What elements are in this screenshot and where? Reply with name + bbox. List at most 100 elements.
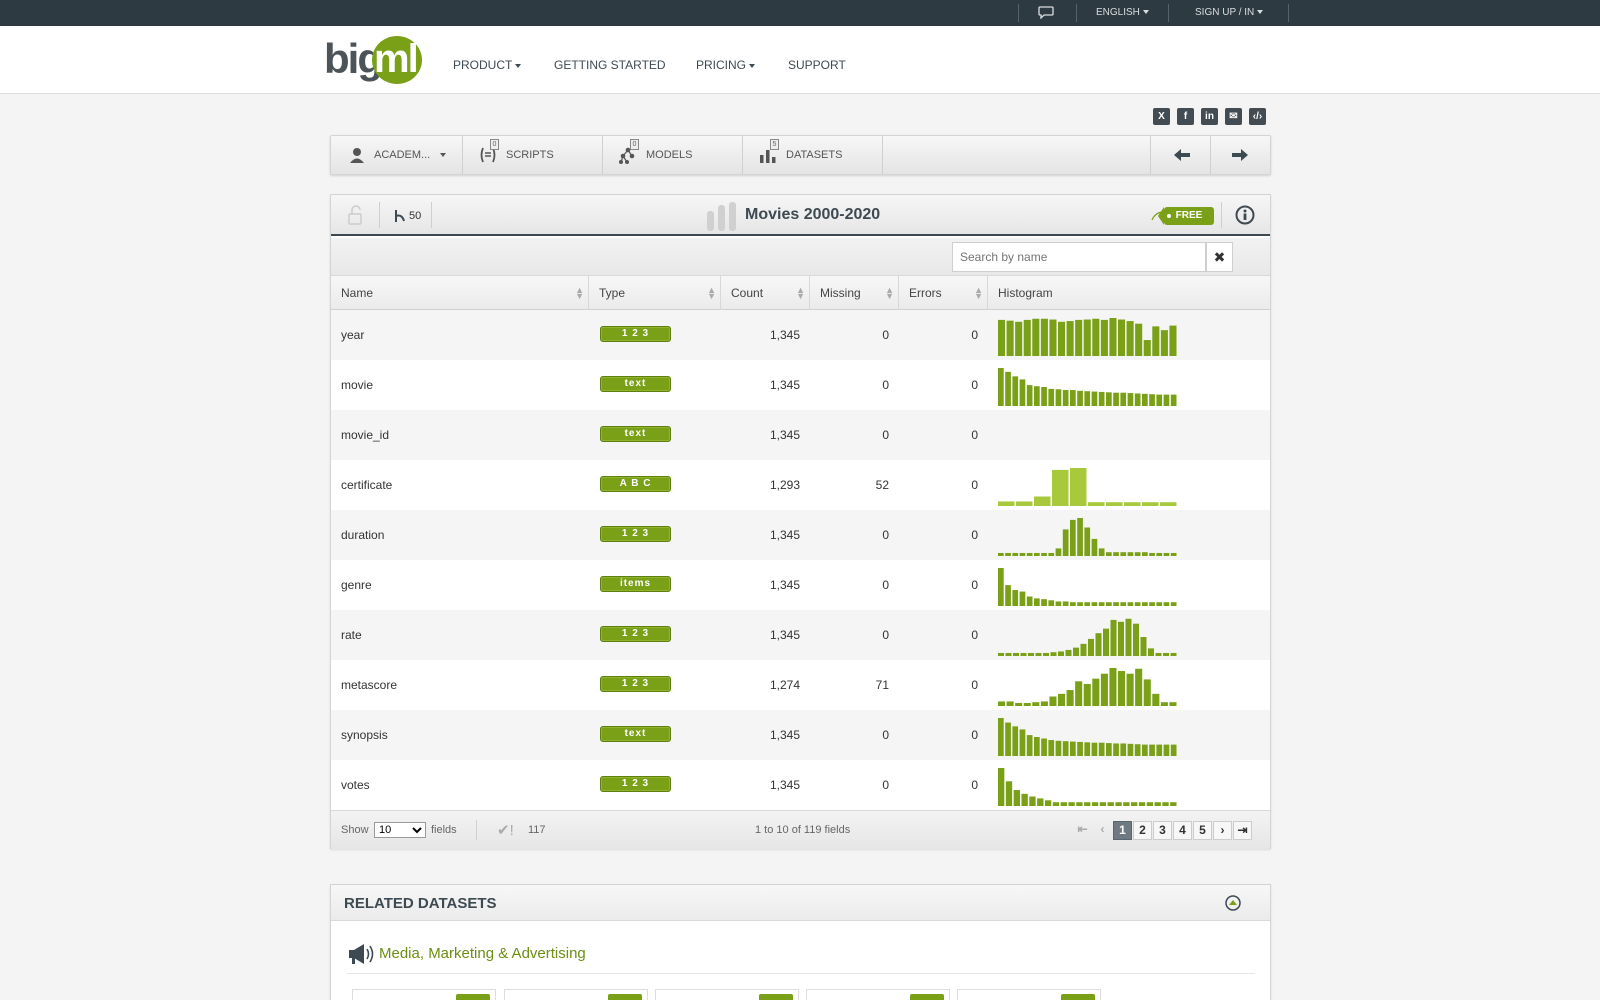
histogram-bar	[998, 768, 1005, 806]
clear-search-button[interactable]: ✖	[1206, 242, 1233, 272]
x-icon[interactable]: X	[1153, 108, 1170, 125]
table-row[interactable]: movie_id text 1,345 0 0	[331, 410, 1270, 460]
nav-support[interactable]: SUPPORT	[788, 58, 846, 72]
histogram-bar	[1077, 741, 1083, 756]
field-errors: 0	[971, 578, 978, 592]
breadcrumb-account[interactable]: ACADEM...	[331, 136, 463, 174]
histogram-bar	[1169, 325, 1177, 356]
column-header-errors[interactable]: Errors ▲ ▼	[899, 276, 988, 310]
page-button[interactable]: 2	[1133, 821, 1152, 840]
field-name[interactable]: movie_id	[341, 428, 389, 442]
related-category-link[interactable]: Media, Marketing & Advertising	[379, 945, 586, 962]
table-row[interactable]: certificate A B C 1,293 52 0	[331, 460, 1270, 510]
histogram-bar	[1160, 702, 1168, 706]
field-name[interactable]: votes	[341, 778, 370, 792]
related-card[interactable]	[504, 989, 648, 1000]
header-separator	[379, 202, 380, 228]
first-page-button[interactable]: ⇤	[1073, 821, 1092, 840]
field-name[interactable]: genre	[341, 578, 372, 592]
column-header-missing[interactable]: Missing ▲ ▼	[810, 276, 899, 310]
nav-pricing[interactable]: PRICING	[696, 58, 756, 72]
table-row[interactable]: votes 1 2 3 1,345 0 0	[331, 760, 1270, 810]
histogram-bar	[1109, 318, 1117, 356]
field-name[interactable]: duration	[341, 528, 384, 542]
user-icon	[350, 148, 364, 163]
free-badge	[1061, 994, 1095, 1000]
collapse-icon[interactable]	[1225, 895, 1241, 911]
field-name[interactable]: certificate	[341, 478, 392, 492]
table-row[interactable]: movie text 1,345 0 0	[331, 360, 1270, 410]
column-header-type[interactable]: Type ▲ ▼	[589, 276, 721, 310]
field-name[interactable]: metascore	[341, 678, 397, 692]
signup-menu[interactable]: SIGN UP / IN	[1195, 7, 1264, 18]
field-missing: 71	[875, 678, 889, 692]
bigml-logo[interactable]: big ml	[324, 36, 424, 86]
field-name[interactable]: rate	[341, 628, 362, 642]
breadcrumb-models[interactable]: 0 MODELS	[603, 136, 743, 174]
prev-page-button[interactable]: ‹	[1093, 821, 1112, 840]
table-row[interactable]: rate 1 2 3 1,345 0 0	[331, 610, 1270, 660]
table-row[interactable]: genre items 1,345 0 0	[331, 560, 1270, 610]
next-button[interactable]	[1210, 136, 1270, 174]
histogram-bar	[1058, 693, 1066, 706]
table-row[interactable]: duration 1 2 3 1,345 0 0	[331, 510, 1270, 560]
close-icon: ✖	[1213, 249, 1226, 265]
field-name[interactable]: synopsis	[341, 728, 388, 742]
histogram-bar	[1006, 701, 1014, 706]
field-errors: 0	[971, 778, 978, 792]
histogram-bar	[1156, 394, 1163, 406]
linkedin-icon[interactable]: in	[1201, 108, 1218, 125]
breadcrumb-scripts[interactable]: 0 SCRIPTS	[463, 136, 603, 174]
field-name[interactable]: year	[341, 328, 364, 342]
table-row[interactable]: metascore 1 2 3 1,274 71 0	[331, 660, 1270, 710]
field-histogram	[998, 668, 1177, 706]
page-button[interactable]: 1	[1113, 821, 1132, 840]
histogram-bar	[1084, 527, 1091, 556]
related-card[interactable]	[352, 989, 496, 1000]
column-header-count[interactable]: Count ▲ ▼	[721, 276, 810, 310]
field-histogram	[998, 318, 1177, 356]
histogram-bar	[1113, 743, 1119, 756]
histogram-bar	[1156, 552, 1163, 556]
language-menu[interactable]: ENGLISH	[1096, 7, 1149, 18]
related-card[interactable]	[957, 989, 1101, 1000]
email-icon[interactable]: ✉	[1225, 108, 1242, 125]
page-button[interactable]: 3	[1153, 821, 1172, 840]
facebook-icon[interactable]: f	[1177, 108, 1194, 125]
previous-button[interactable]	[1150, 136, 1210, 174]
nav-product[interactable]: PRODUCT	[453, 58, 522, 72]
histogram-bar	[1012, 376, 1019, 406]
histogram-bar	[1106, 602, 1112, 606]
last-page-button[interactable]: ⇥	[1233, 821, 1252, 840]
nav-getting-started[interactable]: GETTING STARTED	[554, 58, 666, 72]
histogram-bar	[1048, 388, 1055, 406]
related-card[interactable]	[655, 989, 799, 1000]
field-name[interactable]: movie	[341, 378, 373, 392]
table-row[interactable]: year 1 2 3 1,345 0 0	[331, 310, 1270, 360]
page-size-select[interactable]: 10	[374, 822, 426, 838]
related-card[interactable]	[806, 989, 950, 1000]
histogram-bar	[1012, 590, 1019, 606]
histogram-bar	[1048, 740, 1055, 756]
top-separator	[1288, 4, 1289, 22]
chat-icon[interactable]	[1038, 5, 1054, 19]
histogram-bar	[1148, 648, 1154, 656]
lock-open-icon[interactable]	[347, 205, 363, 225]
table-row[interactable]: synopsis text 1,345 0 0	[331, 710, 1270, 760]
histogram-bar	[1048, 600, 1055, 606]
info-icon[interactable]	[1235, 205, 1255, 225]
breadcrumb-datasets[interactable]: 5 DATASETS	[743, 136, 883, 174]
embed-icon[interactable]: ‹/›	[1249, 108, 1266, 125]
column-header-name[interactable]: Name ▲ ▼	[331, 276, 589, 310]
page-button[interactable]: 5	[1193, 821, 1212, 840]
free-badge	[759, 994, 793, 1000]
next-page-button[interactable]: ›	[1213, 821, 1232, 840]
column-header-label: Missing	[820, 286, 861, 300]
histogram-bar	[1034, 737, 1040, 756]
histogram-bar	[1084, 802, 1091, 806]
histogram-bar	[1034, 598, 1040, 606]
histogram-bar	[1118, 319, 1126, 356]
histogram-bar	[1055, 740, 1062, 756]
search-input[interactable]	[952, 242, 1206, 272]
page-button[interactable]: 4	[1173, 821, 1192, 840]
